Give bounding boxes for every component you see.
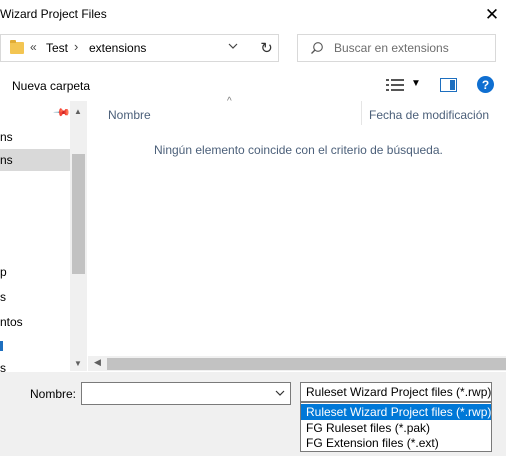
file-type-select[interactable]: Ruleset Wizard Project files (*.rwp): [300, 382, 492, 402]
filename-label: Nombre:: [30, 387, 77, 401]
help-icon[interactable]: ?: [477, 76, 494, 93]
address-history-dropdown[interactable]: [228, 39, 238, 56]
nav-item[interactable]: ntos: [0, 311, 70, 333]
preview-pane-icon[interactable]: [440, 78, 457, 92]
empty-list-message: Ningún elemento coincide con el criterio…: [154, 143, 443, 157]
breadcrumb-separator[interactable]: ›: [74, 39, 78, 54]
new-folder-button[interactable]: Nueva carpeta: [12, 79, 90, 93]
scroll-down-arrow-icon[interactable]: ▼: [74, 359, 82, 368]
filename-combo[interactable]: [81, 382, 291, 405]
refresh-button[interactable]: ↻: [253, 35, 279, 61]
file-type-dropdown-list[interactable]: Ruleset Wizard Project files (*.rwp) FG …: [300, 402, 492, 452]
window-title: Wizard Project Files: [0, 7, 107, 21]
address-bar[interactable]: « Test › extensions ↻: [0, 34, 279, 62]
nav-item[interactable]: s: [0, 286, 70, 308]
search-box[interactable]: [297, 34, 496, 62]
column-header-date[interactable]: Fecha de modificación: [369, 108, 489, 122]
column-divider[interactable]: [361, 101, 362, 125]
column-header-name[interactable]: Nombre: [108, 108, 151, 122]
sort-ascending-icon: ^: [227, 96, 232, 107]
nav-scrollbar-thumb[interactable]: [72, 154, 85, 274]
breadcrumb-extensions[interactable]: extensions: [89, 41, 146, 55]
scroll-up-arrow-icon[interactable]: ▲: [74, 107, 82, 116]
refresh-icon: ↻: [260, 40, 273, 57]
search-input[interactable]: [334, 41, 484, 55]
filename-input[interactable]: [86, 386, 266, 400]
nav-item[interactable]: ns: [0, 126, 70, 148]
file-type-option[interactable]: FG Ruleset files (*.pak): [301, 420, 491, 436]
views-icon[interactable]: [386, 79, 404, 91]
search-icon: [311, 42, 323, 54]
nav-item[interactable]: p: [0, 261, 70, 283]
chevron-down-icon[interactable]: [275, 386, 285, 403]
nav-item[interactable]: [0, 334, 70, 356]
close-button[interactable]: ✕: [478, 0, 506, 30]
breadcrumb-test[interactable]: Test: [46, 41, 68, 55]
breadcrumb-overflow[interactable]: «: [30, 40, 37, 54]
horizontal-scrollbar-thumb[interactable]: [107, 358, 506, 370]
file-type-option-selected[interactable]: Ruleset Wizard Project files (*.rwp): [301, 404, 491, 420]
nav-item-selected[interactable]: ns: [0, 149, 70, 171]
folder-icon: [10, 40, 24, 54]
file-type-selected: Ruleset Wizard Project files (*.rwp): [306, 385, 492, 399]
file-list[interactable]: [88, 101, 506, 356]
views-dropdown-icon[interactable]: ▼: [411, 78, 421, 89]
file-type-option[interactable]: FG Extension files (*.ext): [301, 435, 491, 451]
scroll-left-arrow-icon[interactable]: ◀: [94, 357, 101, 368]
close-icon: ✕: [484, 5, 500, 24]
